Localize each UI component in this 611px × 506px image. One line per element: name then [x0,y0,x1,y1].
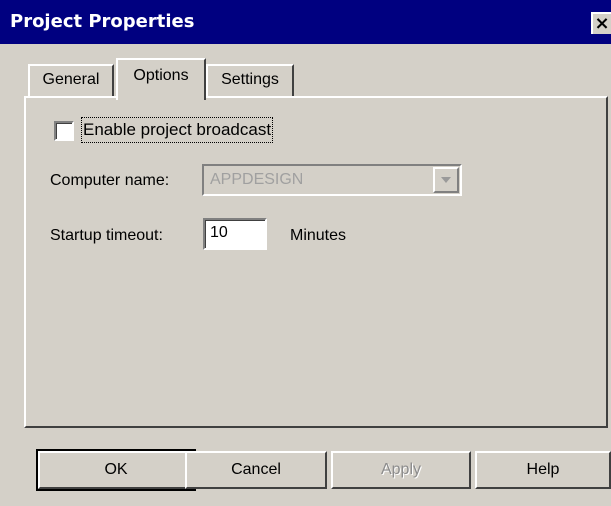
apply-button[interactable]: Apply [331,451,471,489]
enable-broadcast-label[interactable]: Enable project broadcast [80,117,274,143]
tab-general-label: General [42,71,100,88]
title-bar[interactable]: Project Properties × [0,0,611,44]
tab-options[interactable]: Options [116,58,206,100]
computer-name-label: Computer name: [50,172,170,189]
cancel-button[interactable]: Cancel [185,451,327,489]
tab-settings[interactable]: Settings [206,64,294,96]
tab-general[interactable]: General [28,64,114,96]
window-title: Project Properties [10,11,195,32]
options-panel [24,96,608,428]
computer-name-combo[interactable]: APPDESIGN [202,164,462,196]
help-button[interactable]: Help [475,451,611,489]
close-button[interactable]: × [591,12,611,34]
computer-name-value: APPDESIGN [210,171,304,188]
tab-settings-label: Settings [221,71,279,88]
project-properties-dialog: Project Properties × General Settings Op… [0,0,611,506]
startup-timeout-input[interactable]: 10 [203,218,267,250]
startup-timeout-label: Startup timeout: [50,227,163,244]
ok-button[interactable]: OK [36,449,196,491]
tab-options-label: Options [133,67,189,84]
enable-broadcast-checkbox[interactable] [54,121,74,141]
minutes-unit-label: Minutes [290,227,347,244]
dropdown-arrow-icon[interactable] [433,167,459,193]
close-icon: × [594,13,610,34]
